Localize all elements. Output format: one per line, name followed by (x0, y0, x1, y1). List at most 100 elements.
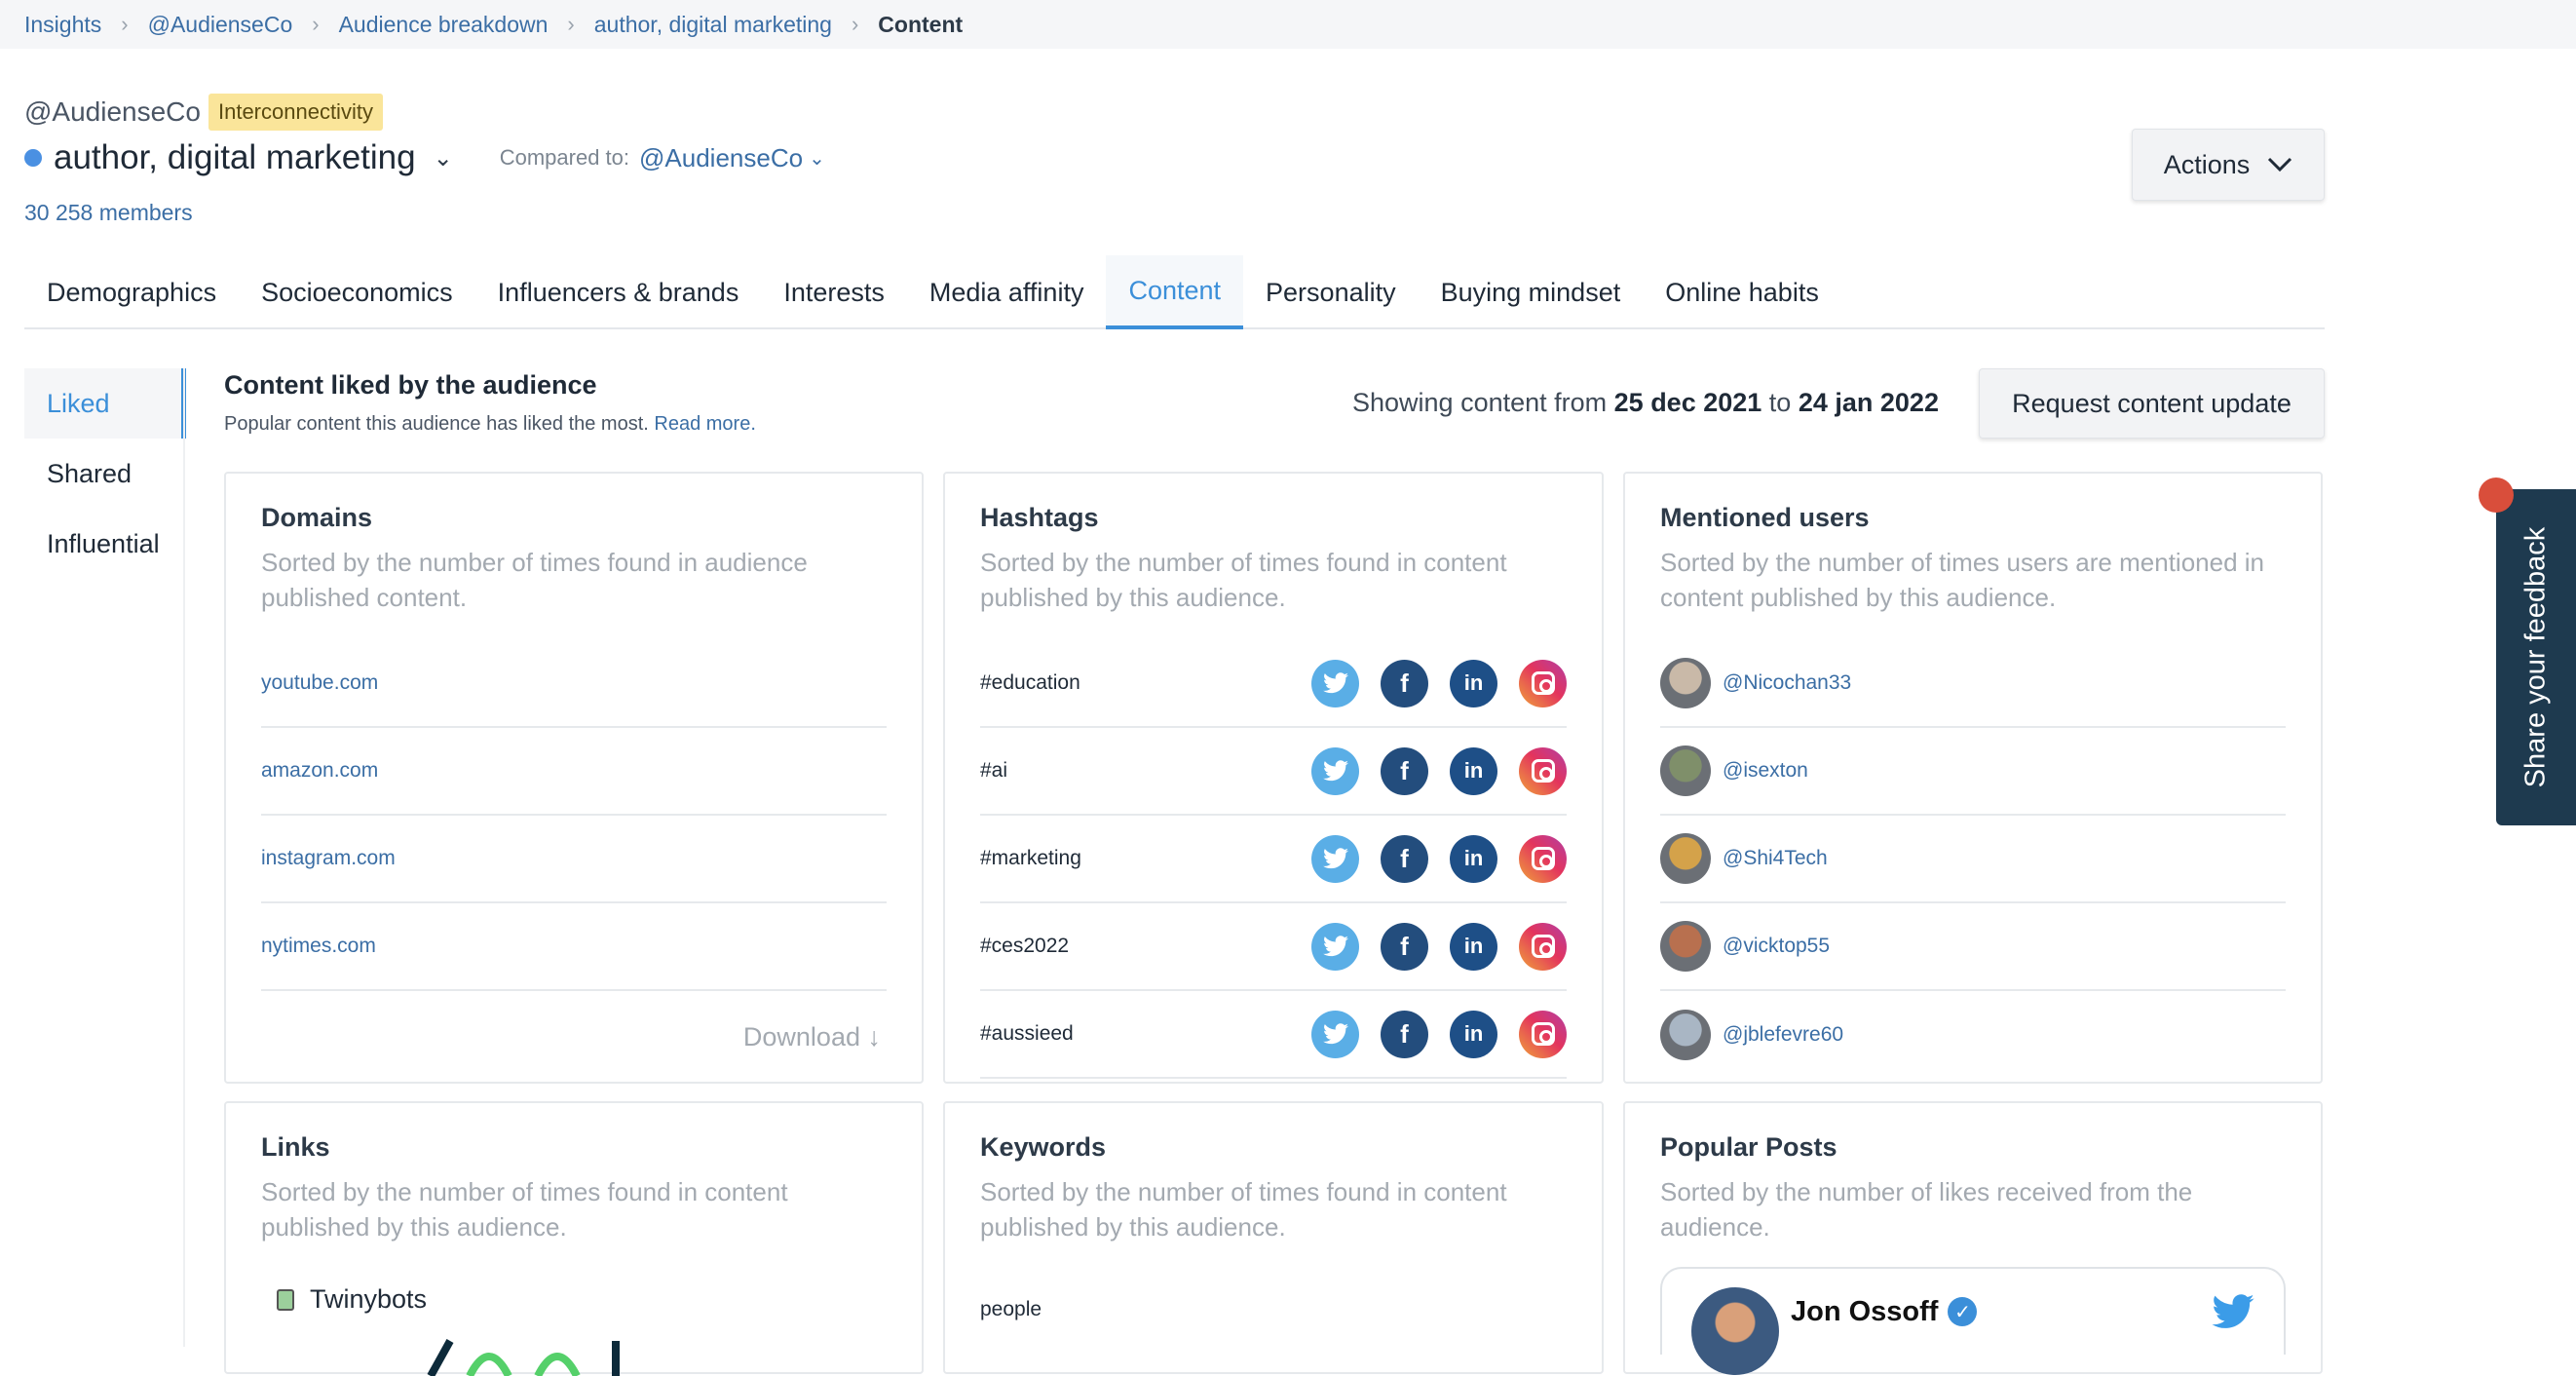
download-button[interactable]: Download ↓ (743, 1022, 881, 1052)
facebook-icon[interactable]: f (1381, 1010, 1428, 1058)
compared-dropdown[interactable]: @AudienseCo (639, 143, 803, 173)
list-item: nytimes.com (261, 903, 887, 991)
share-icons: f in (1311, 746, 1567, 795)
linkedin-icon[interactable]: in (1450, 834, 1497, 883)
mentioned-user-link[interactable]: @vicktop55 (1723, 935, 1830, 958)
list-item: @vicktop55 (1660, 903, 2286, 991)
list-item: @Nicochan33 (1660, 640, 2286, 728)
list-item: @Shi4Tech (1660, 816, 2286, 903)
list-item: amazon.com (261, 728, 887, 816)
list-item: #ai f in (980, 728, 1567, 816)
chevron-down-icon[interactable]: ⌄ (809, 146, 825, 171)
side-item-liked[interactable]: Liked (24, 368, 186, 439)
tab-online-habits[interactable]: Online habits (1643, 255, 1841, 329)
domain-link[interactable]: instagram.com (261, 847, 396, 870)
linkedin-icon[interactable]: in (1450, 659, 1497, 707)
notification-dot (2479, 478, 2514, 513)
list-item: #aussieed f in (980, 991, 1567, 1079)
list-item[interactable]: Twinybots (277, 1284, 427, 1315)
tab-content[interactable]: Content (1106, 255, 1244, 329)
instagram-icon[interactable] (1519, 834, 1567, 883)
twitter-icon[interactable] (1311, 746, 1359, 795)
tab-socioeconomics[interactable]: Socioeconomics (239, 255, 475, 329)
account-handle-row: @AudienseCo Interconnectivity (24, 94, 383, 131)
domain-link[interactable]: youtube.com (261, 671, 378, 695)
side-item-influential[interactable]: Influential (24, 509, 186, 579)
read-more-link[interactable]: Read more. (654, 413, 756, 435)
audience-selector: author, digital marketing ⌄ Compared to:… (24, 138, 825, 177)
mentioned-user-link[interactable]: @Nicochan33 (1723, 671, 1851, 695)
section-subtitle-text: Popular content this audience has liked … (224, 413, 649, 435)
chevron-down-icon[interactable]: ⌄ (434, 144, 453, 172)
breadcrumb-audience-breakdown[interactable]: Audience breakdown (339, 12, 549, 38)
tab-personality[interactable]: Personality (1243, 255, 1419, 329)
hashtag-label: #ai (980, 759, 1008, 782)
domains-title: Domains (261, 503, 373, 532)
download-label: Download (742, 1022, 860, 1051)
avatar (1691, 1287, 1779, 1375)
tab-bar: Demographics Socioeconomics Influencers … (24, 255, 2325, 329)
date-range: Showing content from 25 dec 2021 to 24 j… (1352, 388, 1939, 418)
showing-prefix: Showing content from (1352, 388, 1608, 417)
domain-link[interactable]: nytimes.com (261, 935, 376, 958)
mentioned-user-link[interactable]: @jblefevre60 (1723, 1023, 1843, 1047)
favicon-icon (277, 1288, 294, 1311)
avatar (1660, 833, 1711, 884)
facebook-icon[interactable]: f (1381, 659, 1428, 707)
facebook-icon[interactable]: f (1381, 922, 1428, 971)
instagram-icon[interactable] (1519, 746, 1567, 795)
list-item: #education f in (980, 640, 1567, 728)
links-title: Links (261, 1132, 330, 1162)
facebook-icon[interactable]: f (1381, 834, 1428, 883)
share-icons: f in (1311, 659, 1567, 707)
breadcrumb-audience[interactable]: author, digital marketing (594, 12, 832, 38)
linkedin-icon[interactable]: in (1450, 1010, 1497, 1058)
mentioned-users-description: Sorted by the number of times users are … (1660, 548, 2264, 612)
tab-buying-mindset[interactable]: Buying mindset (1419, 255, 1644, 329)
tab-demographics[interactable]: Demographics (24, 255, 239, 329)
members-count[interactable]: 30 258 members (24, 200, 193, 226)
chevron-right-icon: › (121, 12, 129, 36)
breadcrumb-account[interactable]: @AudienseCo (148, 12, 293, 38)
twitter-icon[interactable] (1311, 659, 1359, 707)
list-item: instagram.com (261, 816, 887, 903)
tweet-card[interactable]: Jon Ossoff ✓ (1660, 1267, 2286, 1375)
domain-link[interactable]: amazon.com (261, 759, 378, 783)
actions-button[interactable]: Actions (2132, 129, 2325, 201)
facebook-icon[interactable]: f (1381, 746, 1428, 795)
twitter-icon[interactable] (1311, 922, 1359, 971)
instagram-icon[interactable] (1519, 1010, 1567, 1058)
instagram-icon[interactable] (1519, 659, 1567, 707)
audience-color-dot (24, 149, 42, 167)
hashtags-card: Hashtags Sorted by the number of times f… (943, 472, 1604, 1084)
breadcrumb-current: Content (878, 11, 964, 37)
breadcrumb-insights[interactable]: Insights (24, 12, 101, 38)
share-feedback-tab[interactable]: Share your feedback (2496, 489, 2576, 825)
mentioned-user-link[interactable]: @isexton (1723, 759, 1808, 783)
twitter-icon[interactable] (1311, 1010, 1359, 1058)
linkedin-icon[interactable]: in (1450, 746, 1497, 795)
list-item: youtube.com (261, 640, 887, 728)
hashtags-description: Sorted by the number of times found in c… (980, 548, 1507, 612)
twitter-icon (2212, 1294, 2254, 1328)
chevron-right-icon: › (567, 12, 575, 36)
popular-posts-description: Sorted by the number of likes received f… (1660, 1177, 2193, 1242)
instagram-icon[interactable] (1519, 922, 1567, 971)
linkedin-icon[interactable]: in (1450, 922, 1497, 971)
link-source-name: Twinybots (310, 1284, 428, 1314)
mentioned-users-card: Mentioned users Sorted by the number of … (1623, 472, 2323, 1084)
twitter-icon[interactable] (1311, 834, 1359, 883)
avatar (1660, 1010, 1711, 1060)
mentioned-user-link[interactable]: @Shi4Tech (1723, 847, 1828, 870)
tab-interests[interactable]: Interests (761, 255, 907, 329)
side-item-shared[interactable]: Shared (24, 439, 186, 509)
date-to-word: to (1768, 388, 1792, 417)
tab-media-affinity[interactable]: Media affinity (907, 255, 1107, 329)
request-content-update-button[interactable]: Request content update (1979, 368, 2325, 439)
audience-name[interactable]: author, digital marketing (54, 138, 416, 177)
tab-influencers-brands[interactable]: Influencers & brands (475, 255, 762, 329)
list-item: #marketing f in (980, 816, 1567, 903)
section-subtitle: Popular content this audience has liked … (224, 413, 756, 436)
side-nav-divider (183, 368, 185, 1347)
share-icons: f in (1311, 1010, 1567, 1058)
